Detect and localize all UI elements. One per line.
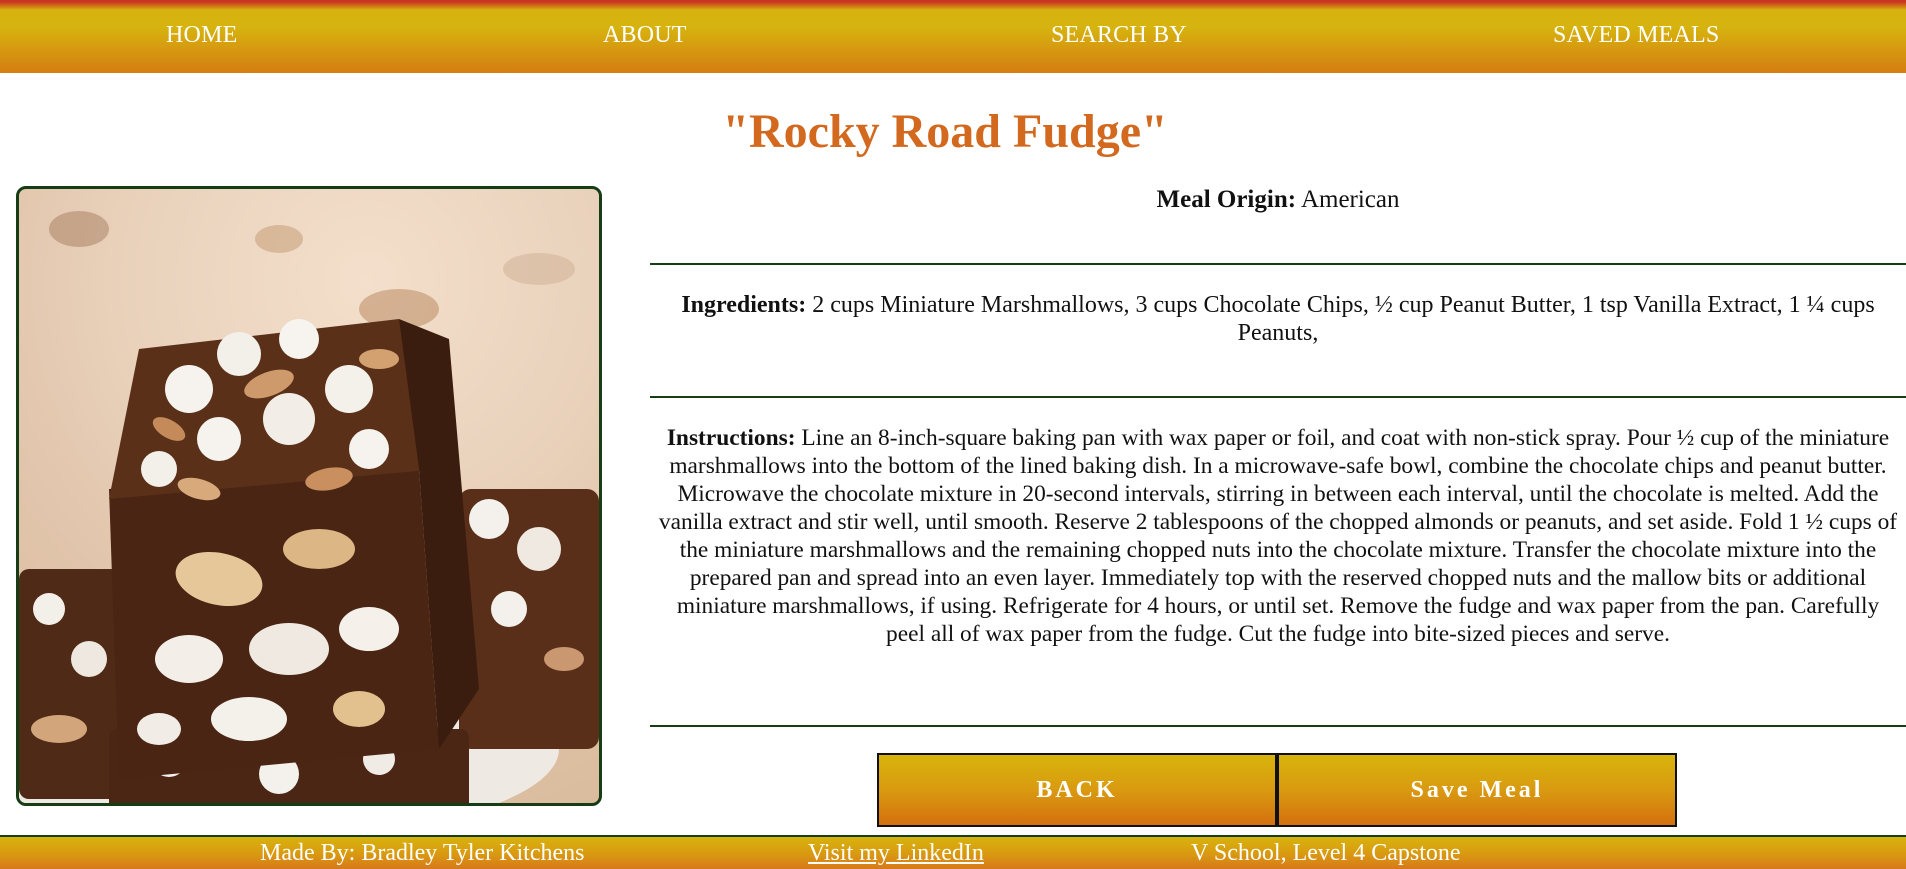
divider: [650, 263, 1906, 265]
footer-credit: Made By: Bradley Tyler Kitchens: [260, 840, 585, 866]
linkedin-link[interactable]: Visit my LinkedIn: [808, 840, 984, 867]
nav-saved-meals-link[interactable]: SAVED MEALS: [1553, 22, 1719, 49]
ingredients-value: 2 cups Miniature Marshmallows, 3 cups Ch…: [812, 292, 1875, 346]
meal-origin: Meal Origin: American: [650, 186, 1906, 214]
meal-photo: [16, 186, 602, 806]
save-meal-button[interactable]: Save Meal: [1277, 753, 1677, 827]
instructions-value: Line an 8-inch-square baking pan with wa…: [658, 425, 1898, 647]
footer: Made By: Bradley Tyler Kitchens Visit my…: [0, 835, 1906, 869]
divider: [650, 396, 1906, 398]
top-nav: HOME ABOUT SEARCH BY SAVED MEALS: [0, 0, 1906, 73]
nav-about-link[interactable]: ABOUT: [603, 22, 687, 49]
divider: [650, 725, 1906, 727]
meal-title: "Rocky Road Fudge": [722, 105, 1168, 158]
meal-origin-label: Meal Origin:: [1156, 186, 1297, 213]
ingredients-label: Ingredients:: [681, 292, 807, 318]
instructions-label: Instructions:: [666, 425, 796, 451]
footer-school: V School, Level 4 Capstone: [1191, 840, 1461, 866]
meal-instructions: Instructions: Line an 8-inch-square baki…: [650, 424, 1906, 648]
meal-ingredients: Ingredients: 2 cups Miniature Marshmallo…: [650, 291, 1906, 347]
nav-search-by-link[interactable]: SEARCH BY: [1051, 22, 1187, 49]
nav-home-link[interactable]: HOME: [166, 22, 237, 49]
back-button[interactable]: BACK: [877, 753, 1277, 827]
meal-origin-value: American: [1300, 186, 1400, 213]
